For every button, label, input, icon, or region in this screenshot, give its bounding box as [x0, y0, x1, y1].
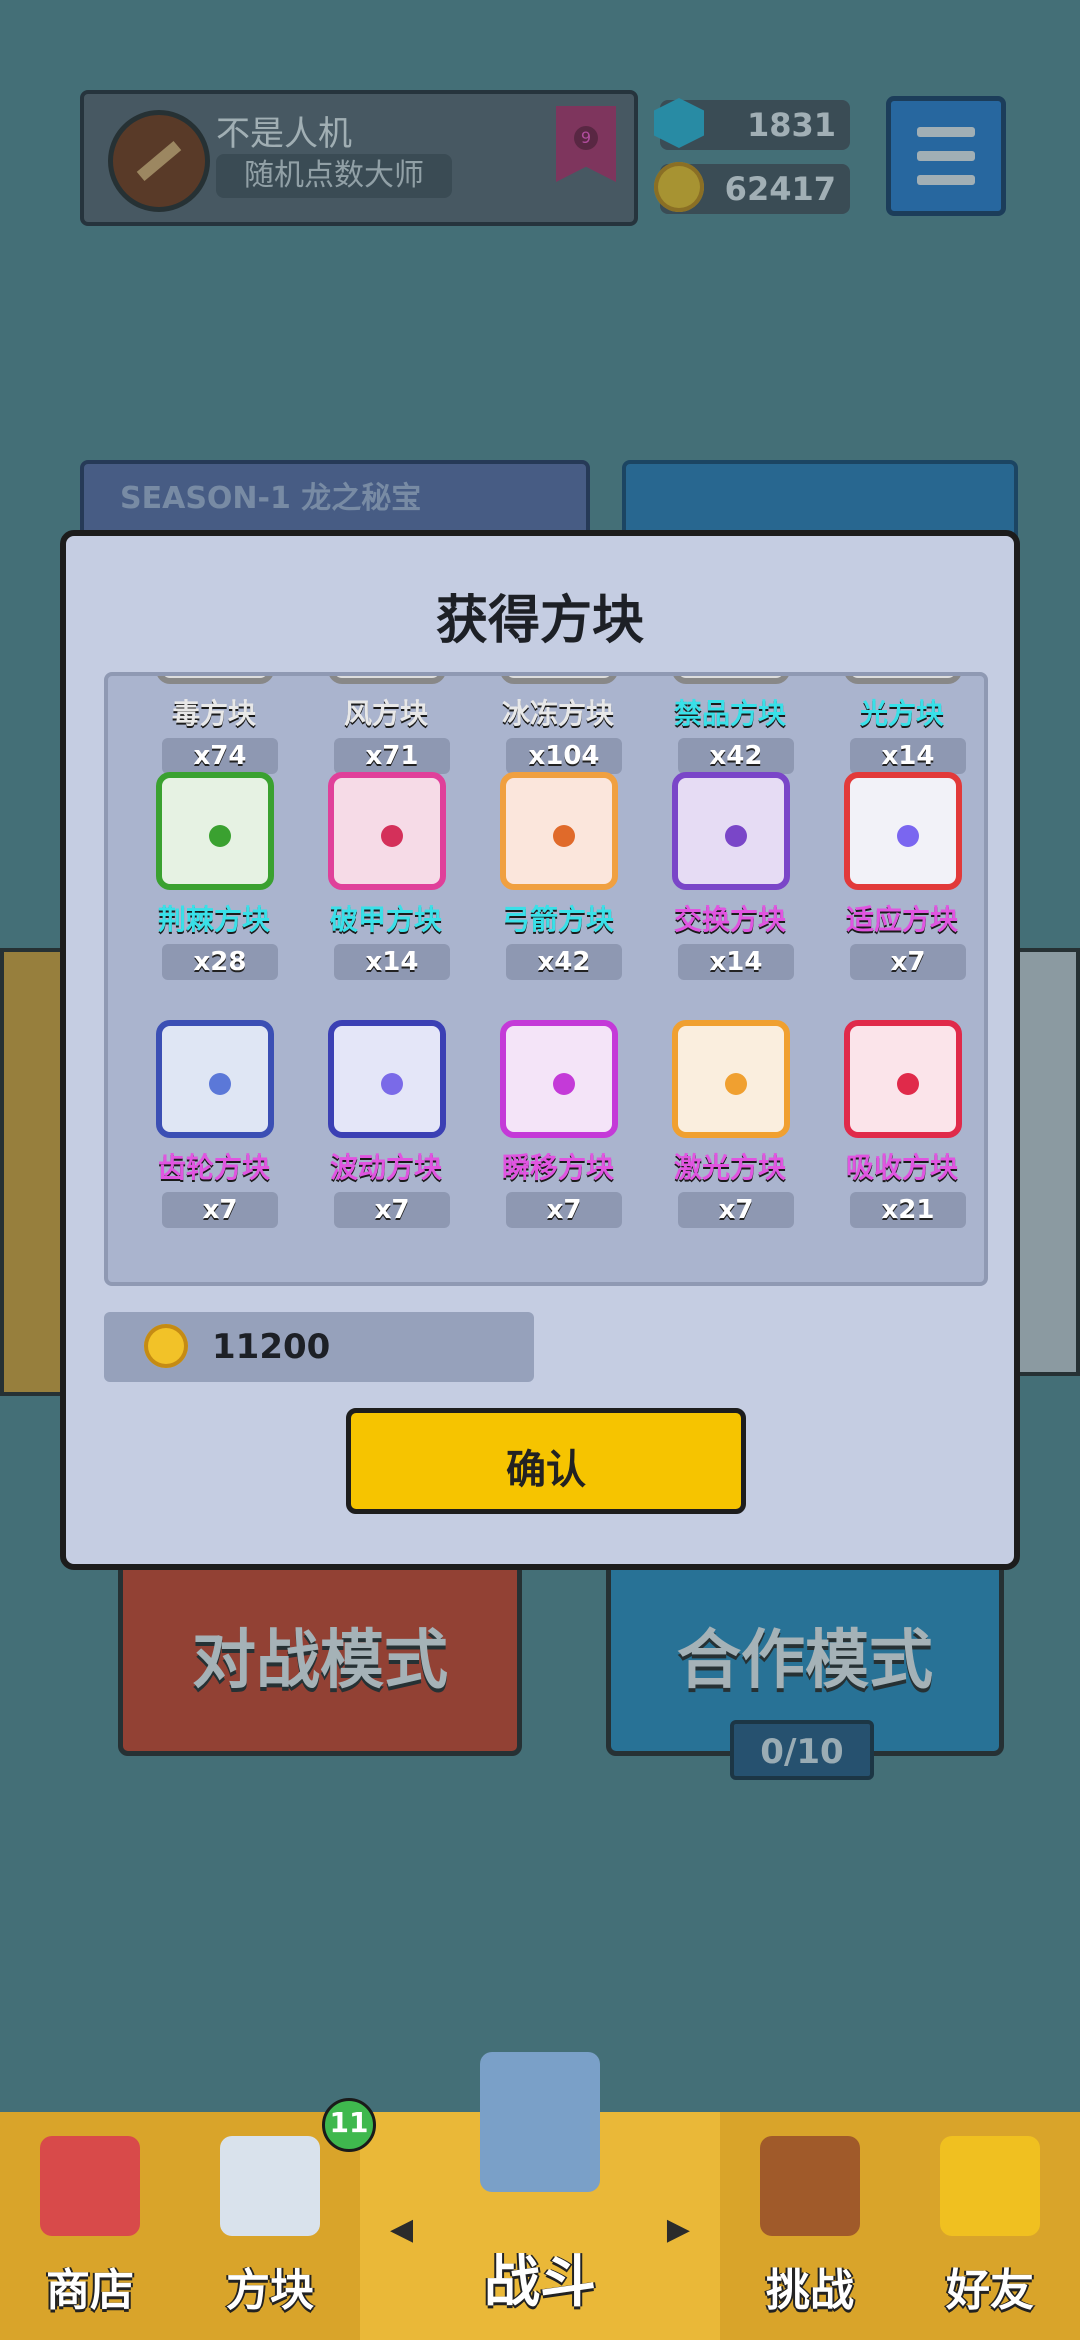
block-pip-icon [897, 1073, 919, 1095]
tab-challenge-label: 挑战 [766, 2265, 854, 2316]
friends-icon [940, 2136, 1040, 2236]
block-count: x42 [506, 944, 622, 980]
block-pip-icon [725, 1073, 747, 1095]
reward-modal: 获得方块 毒方块 x74 风方块 x71 冰冻方块 x104 禁品方块 x42 光方块 x14 荆棘… [60, 530, 1020, 1570]
tab-friends-label: 好友 [946, 2265, 1034, 2316]
block-card-icon [500, 772, 618, 890]
block-name: 毒方块 [171, 697, 256, 730]
coin-icon [144, 1324, 188, 1368]
block-pip-icon [725, 825, 747, 847]
block-name: 吸收方块 [845, 1151, 958, 1184]
block-name: 冰冻方块 [501, 697, 614, 730]
block-card-icon [328, 772, 446, 890]
block-name: 禁品方块 [673, 697, 786, 730]
block-name: 齿轮方块 [157, 1151, 270, 1184]
block-count: x14 [334, 944, 450, 980]
block-name: 光方块 [859, 697, 944, 730]
block-card-icon [328, 676, 446, 684]
block-card-icon [328, 1020, 446, 1138]
block-card-icon [156, 772, 274, 890]
block-count: x7 [506, 1192, 622, 1228]
block-pip-icon [381, 825, 403, 847]
bottom-nav: 商店 方块 ◀ 战斗 ▶ 挑战 好友 [0, 2052, 1080, 2340]
tab-blocks-label: 方块 [226, 2265, 314, 2316]
tab-friends[interactable]: 好友 [900, 2112, 1080, 2340]
block-count: x14 [850, 738, 966, 774]
tab-shop[interactable]: 商店 [0, 2112, 180, 2340]
block-name: 风方块 [343, 697, 428, 730]
block-card-icon [844, 1020, 962, 1138]
tab-battle[interactable]: ◀ 战斗 ▶ [360, 2052, 720, 2340]
block-pip-icon [209, 825, 231, 847]
block-name: 瞬移方块 [501, 1151, 614, 1184]
block-count: x71 [334, 738, 450, 774]
battle-shield-icon [480, 2052, 600, 2192]
tab-shop-label: 商店 [46, 2265, 134, 2316]
block-card-icon [500, 1020, 618, 1138]
block-name: 适应方块 [845, 903, 958, 936]
block-card-icon [500, 676, 618, 684]
shop-icon [40, 2136, 140, 2236]
coin-reward: 11200 [104, 1312, 534, 1382]
tab-challenge[interactable]: 挑战 [720, 2112, 900, 2340]
block-name: 交换方块 [673, 903, 786, 936]
block-card-icon [672, 772, 790, 890]
coin-reward-amount: 11200 [212, 1327, 331, 1367]
block-count: x74 [162, 738, 278, 774]
challenge-icon [760, 2136, 860, 2236]
block-pip-icon [897, 825, 919, 847]
block-count: x7 [162, 1192, 278, 1228]
block-count: x7 [678, 1192, 794, 1228]
block-pip-icon [381, 1073, 403, 1095]
tab-battle-label: 战斗 [484, 2250, 596, 2315]
block-pip-icon [209, 1073, 231, 1095]
block-name: 弓箭方块 [501, 903, 614, 936]
blocks-notification-badge: 11 [322, 2098, 376, 2152]
block-name: 破甲方块 [329, 903, 442, 936]
block-card-icon [156, 676, 274, 684]
block-count: x7 [334, 1192, 450, 1228]
block-name: 波动方块 [329, 1151, 442, 1184]
block-count: x42 [678, 738, 794, 774]
block-card-icon [844, 772, 962, 890]
block-card-icon [672, 1020, 790, 1138]
block-count: x14 [678, 944, 794, 980]
block-card-icon [156, 1020, 274, 1138]
block-pip-icon [553, 1073, 575, 1095]
block-card-icon [672, 676, 790, 684]
block-count: x21 [850, 1192, 966, 1228]
block-icon [220, 2136, 320, 2236]
block-name: 荆棘方块 [157, 903, 270, 936]
block-name: 激光方块 [673, 1151, 786, 1184]
block-count: x7 [850, 944, 966, 980]
arrow-right-icon[interactable]: ▶ [667, 2212, 690, 2247]
block-count: x28 [162, 944, 278, 980]
block-pip-icon [553, 825, 575, 847]
confirm-button[interactable]: 确认 [346, 1408, 746, 1514]
block-count: x104 [506, 738, 622, 774]
reward-grid[interactable]: 毒方块 x74 风方块 x71 冰冻方块 x104 禁品方块 x42 光方块 x14 荆棘方块 x28… [104, 672, 988, 1286]
confirm-label: 确认 [506, 1447, 586, 1493]
block-card-icon [844, 676, 962, 684]
modal-title: 获得方块 [435, 591, 644, 651]
